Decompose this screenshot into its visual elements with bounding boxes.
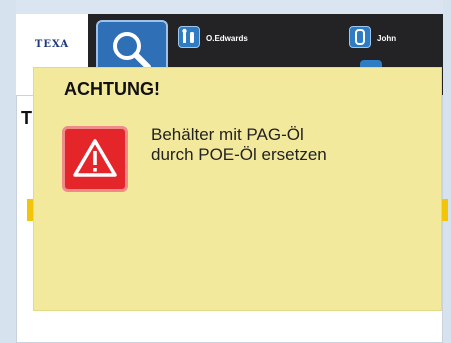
person-icon[interactable] xyxy=(349,26,371,48)
user-name-john[interactable]: John xyxy=(377,34,396,43)
left-yellow-marker xyxy=(27,199,33,221)
warning-triangle-icon xyxy=(62,126,128,192)
user-name-oedwards[interactable]: O.Edwards xyxy=(206,34,248,43)
right-yellow-marker xyxy=(442,199,448,221)
mechanic-icon[interactable] xyxy=(178,26,200,48)
dialog-message-line2: durch POE-Öl ersetzen xyxy=(151,145,327,164)
window-frame-top xyxy=(0,0,451,14)
window-frame-left xyxy=(0,0,16,343)
dialog-message-line1: Behälter mit PAG-Öl xyxy=(151,125,304,144)
warning-dialog: ACHTUNG! Behälter mit PAG-Öl durch POE-Ö… xyxy=(34,68,441,310)
window-frame-right xyxy=(443,0,451,343)
dialog-title: ACHTUNG! xyxy=(64,79,160,99)
logo-text: TEXA xyxy=(34,39,70,50)
panel-title: T xyxy=(21,108,32,128)
dialog-message: Behälter mit PAG-Öl durch POE-Öl ersetze… xyxy=(151,125,327,165)
